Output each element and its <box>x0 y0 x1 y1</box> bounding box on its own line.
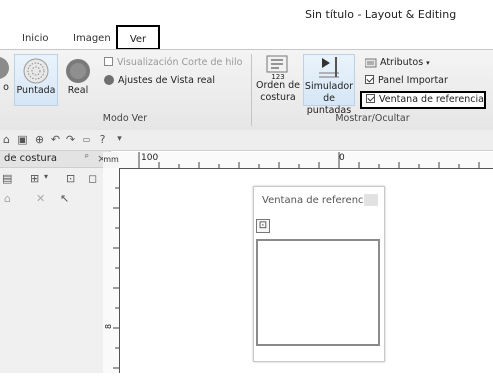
group-icon[interactable]: ⊞ <box>30 172 39 185</box>
simulador-de-puntadas-button[interactable]: Simulador de puntadas <box>303 54 355 116</box>
ruler-label: 100 <box>141 153 159 163</box>
reference-window-title: Ventana de referencia <box>262 195 373 206</box>
delete-icon[interactable]: ✕ <box>36 192 45 205</box>
puntada-button[interactable]: Puntada <box>14 54 58 106</box>
visualizacion-corte-checkbox[interactable]: Visualización Corte de hilo <box>104 56 242 70</box>
ajustes-vista-real-label: Ajustes de Vista real <box>118 75 215 86</box>
zoom-icon[interactable]: ⊕ <box>33 133 46 146</box>
tab-inicio[interactable]: Inicio <box>22 30 48 47</box>
horizontal-ruler <box>119 152 493 169</box>
ventana-de-referencia-label: Ventana de referencia <box>379 94 484 105</box>
atributos-label: Atributos <box>380 57 424 68</box>
orden-de-costura-button[interactable]: 123 Orden de costura <box>255 54 301 106</box>
list-icon[interactable]: ▤ <box>2 172 12 185</box>
checkbox-icon <box>104 57 113 66</box>
ruler-unit: mm <box>103 152 119 168</box>
help-icon[interactable]: ? <box>96 133 109 146</box>
close-icon[interactable] <box>364 194 378 206</box>
partial-view-mode-button[interactable]: o <box>0 54 12 106</box>
vertical-ruler: 8 <box>103 168 120 373</box>
stitch-circle-icon <box>23 58 49 84</box>
tab-ver[interactable]: Ver <box>116 25 160 50</box>
redo-icon[interactable]: ↷ <box>64 133 77 146</box>
checkbox-checked-icon <box>366 94 375 103</box>
window-title: Sin título - Layout & Editing <box>305 8 457 21</box>
reference-view-area[interactable] <box>256 239 380 346</box>
visualizacion-corte-label: Visualización Corte de hilo <box>117 57 243 68</box>
attributes-icon <box>364 58 377 67</box>
zoom-area-icon[interactable]: ⊡ <box>256 219 270 233</box>
ruler-ticks: 8 <box>104 187 119 369</box>
panel-importar-label: Panel Importar <box>378 75 448 86</box>
ruler-label: 0 <box>339 153 345 163</box>
orden-label-1: Orden de <box>255 80 300 91</box>
sewing-order-icon: 123 <box>266 55 288 80</box>
group-label-mostrar-ocultar: Mostrar/Ocultar <box>335 113 410 124</box>
ruler-ticks <box>138 152 480 168</box>
partial-circle-icon <box>0 57 9 79</box>
ruler-label: 8 <box>104 324 113 329</box>
move-icon[interactable]: ⊡ <box>66 172 75 185</box>
checkbox-checked-icon <box>365 75 374 84</box>
folder-icon[interactable]: ⌂ <box>0 133 13 146</box>
panel-toolbar-row-2: ⌂ ✕ ↖ <box>0 190 110 208</box>
customize-toolbar-icon[interactable]: ▾ <box>113 133 126 146</box>
puntada-label: Puntada <box>16 85 56 96</box>
stitch-simulator-icon <box>319 57 339 78</box>
orden-label-2: costura <box>260 92 296 103</box>
undo-icon[interactable]: ↶ <box>49 133 62 146</box>
panel-title: de costura <box>4 153 58 164</box>
chevron-down-icon[interactable]: ▾ <box>44 172 48 181</box>
ajustes-vista-real-button[interactable]: Ajustes de Vista real <box>104 74 215 88</box>
real-button[interactable]: Real <box>60 54 96 109</box>
pin-icon[interactable]: ᵖ <box>85 153 89 163</box>
screen-icon[interactable]: ▭ <box>80 133 93 146</box>
atributos-dropdown[interactable]: Atributos ▾ <box>364 56 430 70</box>
panel-importar-checkbox[interactable]: Panel Importar <box>365 74 448 88</box>
circle-icon <box>104 74 114 85</box>
save-icon[interactable]: ▣ <box>16 133 29 146</box>
partial-label: o <box>3 82 9 93</box>
group-label-modo-ver: Modo Ver <box>102 113 148 124</box>
real-label: Real <box>67 85 89 96</box>
cursor-icon[interactable]: ↖ <box>60 192 69 205</box>
simulador-label-1: Simulador <box>304 81 354 92</box>
ventana-de-referencia-checkbox[interactable]: Ventana de referencia <box>360 91 486 109</box>
chevron-down-icon: ▾ <box>426 59 430 67</box>
panel-toolbar-row-1: ▤ ⊞ ▾ ⊡ ◻ <box>0 170 110 188</box>
frame-icon[interactable]: ◻ <box>88 172 97 185</box>
sewing-order-icon-text: 123 <box>271 73 284 80</box>
real-circle-icon <box>66 59 90 83</box>
lock-icon[interactable]: ⌂ <box>4 192 11 205</box>
tab-imagen[interactable]: Imagen <box>73 30 111 47</box>
